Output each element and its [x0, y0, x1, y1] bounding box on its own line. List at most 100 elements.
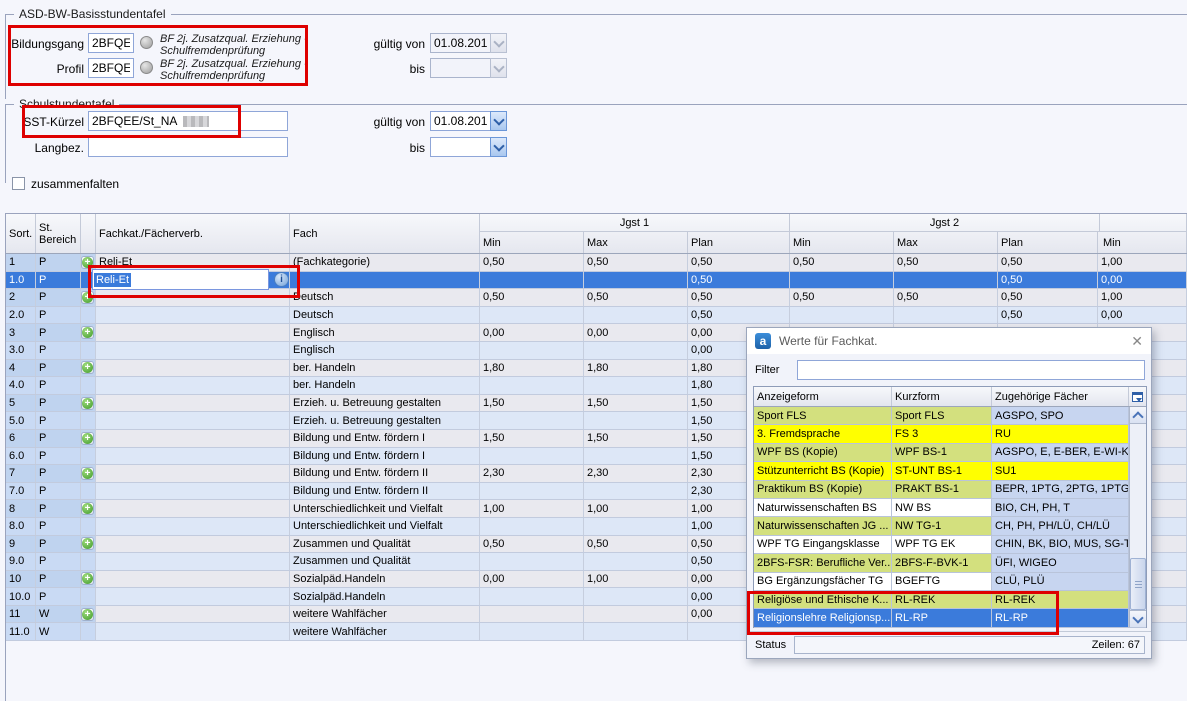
table-cell[interactable]	[81, 483, 96, 500]
table-cell[interactable]	[96, 571, 290, 588]
table-cell[interactable]: P	[36, 536, 81, 553]
table-cell[interactable]	[96, 518, 290, 535]
table-cell[interactable]: 2.0	[6, 307, 36, 324]
col-header-min-2[interactable]: Min	[790, 232, 894, 253]
table-cell[interactable]: weitere Wahlfächer	[290, 606, 480, 623]
fachkat-list-row[interactable]: 2BFS-FSR: Berufliche Ver...2BFS-F-BVK-1Ü…	[754, 554, 1146, 572]
table-cell[interactable]: +	[81, 430, 96, 447]
list-cell[interactable]: RU	[992, 425, 1129, 442]
table-cell[interactable]	[96, 377, 290, 394]
table-cell[interactable]: +	[81, 606, 96, 623]
table-cell[interactable]	[96, 448, 290, 465]
table-cell[interactable]: 6	[6, 430, 36, 447]
list-cell[interactable]: RL-REK	[992, 591, 1129, 608]
table-cell[interactable]: 0,50	[688, 254, 790, 271]
list-cell[interactable]: Religionslehre Religionsp...	[754, 609, 892, 626]
table-cell[interactable]: 10.0	[6, 588, 36, 605]
table-cell[interactable]: P	[36, 289, 81, 306]
group-header-jgst1[interactable]: Jgst 1	[480, 214, 790, 232]
table-cell[interactable]	[96, 412, 290, 429]
table-cell[interactable]: Englisch	[290, 324, 480, 341]
fachkat-list-row[interactable]: Religionslehre Religionsp...RL-RPRL-RP	[754, 609, 1146, 627]
table-cell[interactable]: 10	[6, 571, 36, 588]
table-cell[interactable]	[480, 377, 584, 394]
table-cell[interactable]	[81, 342, 96, 359]
list-cell[interactable]: RL-RP	[992, 609, 1129, 626]
table-cell[interactable]: 5	[6, 395, 36, 412]
fachkat-list-row[interactable]: BG Ergänzungsfächer TGBGEFTGCLÜ, PLÜ	[754, 573, 1146, 591]
table-cell[interactable]	[584, 518, 688, 535]
list-cell[interactable]: AGSPO, E, E-BER, E-WI-K...	[992, 444, 1129, 461]
table-cell[interactable]: 1,50	[480, 430, 584, 447]
table-cell[interactable]	[81, 412, 96, 429]
fachkat-list-row[interactable]: Religiöse und Ethische K...RL-REKRL-REK	[754, 591, 1146, 609]
table-cell[interactable]: 5.0	[6, 412, 36, 429]
list-cell[interactable]: RL-REK	[892, 591, 992, 608]
table-cell[interactable]: +	[81, 289, 96, 306]
table-cell[interactable]: 1,00	[584, 571, 688, 588]
scrollbar[interactable]	[1129, 407, 1146, 627]
table-cell[interactable]: 2	[6, 289, 36, 306]
table-cell[interactable]: Deutsch	[290, 289, 480, 306]
table-cell[interactable]: 0,00	[1098, 272, 1187, 289]
table-cell[interactable]: 0,50	[998, 254, 1098, 271]
table-cell[interactable]: Bildung und Entw. fördern I	[290, 448, 480, 465]
table-cell[interactable]: 4	[6, 360, 36, 377]
table-cell[interactable]	[81, 553, 96, 570]
table-cell[interactable]	[480, 483, 584, 500]
table-cell[interactable]	[96, 342, 290, 359]
table-cell[interactable]	[96, 430, 290, 447]
table-cell[interactable]	[480, 553, 584, 570]
col-header-plan-2[interactable]: Plan	[998, 232, 1098, 253]
table-cell[interactable]: 6.0	[6, 448, 36, 465]
table-cell[interactable]: 1,50	[584, 395, 688, 412]
table-cell[interactable]	[96, 465, 290, 482]
zusammenfalten-checkbox[interactable]	[12, 177, 25, 190]
table-cell[interactable]	[96, 588, 290, 605]
langbez-input[interactable]	[88, 137, 288, 157]
list-cell[interactable]: Naturwissenschaften BS	[754, 499, 892, 516]
table-cell[interactable]	[96, 623, 290, 640]
table-cell[interactable]: ber. Handeln	[290, 377, 480, 394]
table-cell[interactable]	[96, 553, 290, 570]
col-header-anzeigeform[interactable]: Anzeigeform	[754, 387, 892, 406]
table-cell[interactable]: P	[36, 395, 81, 412]
table-cell[interactable]: Sozialpäd.Handeln	[290, 571, 480, 588]
table-cell[interactable]: 8	[6, 500, 36, 517]
table-cell[interactable]	[480, 412, 584, 429]
info-icon[interactable]	[140, 36, 153, 49]
table-cell[interactable]: Sozialpäd.Handeln	[290, 588, 480, 605]
table-cell[interactable]	[894, 307, 998, 324]
table-cell[interactable]: P	[36, 448, 81, 465]
table-cell[interactable]	[96, 500, 290, 517]
list-cell[interactable]: AGSPO, SPO	[992, 407, 1129, 424]
table-cell[interactable]: 0,50	[688, 289, 790, 306]
table-cell[interactable]: 3.0	[6, 342, 36, 359]
table-cell[interactable]: 0,50	[688, 307, 790, 324]
table-cell[interactable]	[81, 448, 96, 465]
table-cell[interactable]: 1,50	[480, 395, 584, 412]
table-cell[interactable]: 11	[6, 606, 36, 623]
table-cell[interactable]: Bildung und Entw. fördern I	[290, 430, 480, 447]
table-cell[interactable]: 0,50	[790, 254, 894, 271]
table-cell[interactable]: 0,50	[790, 289, 894, 306]
table-cell[interactable]: Bildung und Entw. fördern II	[290, 465, 480, 482]
table-cell[interactable]: +	[81, 324, 96, 341]
table-cell[interactable]	[584, 342, 688, 359]
table-cell[interactable]: P	[36, 412, 81, 429]
table-cell[interactable]	[96, 360, 290, 377]
table-cell[interactable]: 0,00	[1098, 307, 1187, 324]
add-row-button[interactable]: +	[81, 326, 94, 339]
table-cell[interactable]: P	[36, 465, 81, 482]
add-row-button[interactable]: +	[81, 467, 94, 480]
gueltig-von-dropdown-2[interactable]	[490, 111, 507, 131]
table-cell[interactable]: 0,50	[584, 536, 688, 553]
add-row-button[interactable]: +	[81, 291, 94, 304]
table-cell[interactable]: Unterschiedlichkeit und Vielfalt	[290, 518, 480, 535]
list-cell[interactable]: Praktikum BS (Kopie)	[754, 481, 892, 498]
table-cell[interactable]: 0,50	[480, 254, 584, 271]
table-cell[interactable]	[81, 518, 96, 535]
table-cell[interactable]	[480, 448, 584, 465]
table-cell[interactable]: P	[36, 588, 81, 605]
table-cell[interactable]	[81, 307, 96, 324]
